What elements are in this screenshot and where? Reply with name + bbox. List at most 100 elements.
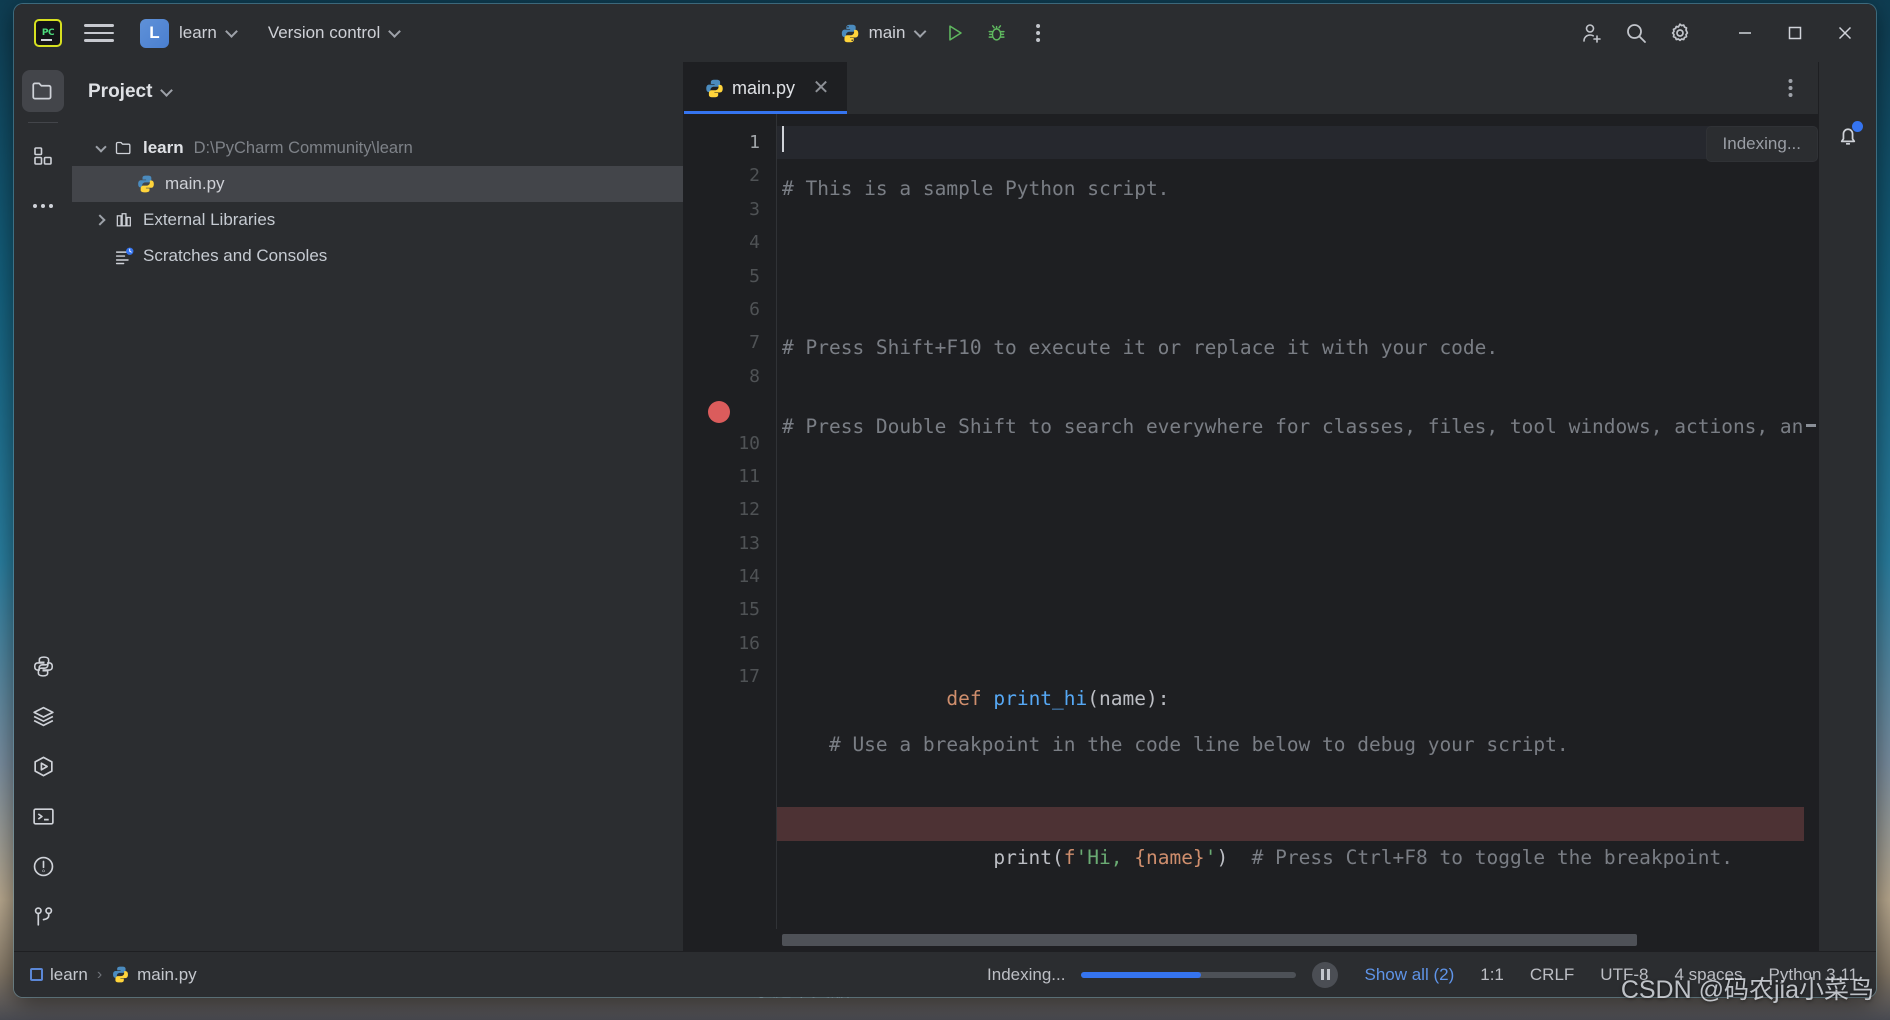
scratches-icon xyxy=(112,246,136,267)
search-icon xyxy=(1627,24,1646,43)
project-selector[interactable]: L learn xyxy=(132,14,244,52)
code-with-me-button[interactable] xyxy=(1572,14,1612,52)
tree-row-learn[interactable]: learn D:\PyCharm Community\learn xyxy=(72,130,683,166)
line-number: 15 xyxy=(738,599,760,621)
project-tool-window: Project learn D:\PyCharm Community\learn xyxy=(72,62,684,951)
toolstrip-divider xyxy=(28,122,58,123)
ide-body: Project learn D:\PyCharm Community\learn xyxy=(14,62,1876,951)
search-everywhere-button[interactable] xyxy=(1616,14,1656,52)
code-line: # Press Shift+F10 to execute it or repla… xyxy=(777,331,1818,364)
settings-button[interactable] xyxy=(1660,14,1700,52)
show-all-link[interactable]: Show all (2) xyxy=(1364,965,1454,985)
sidebar-item-structure[interactable] xyxy=(22,135,64,177)
more-run-options-button[interactable] xyxy=(1018,14,1058,52)
chevron-down-icon[interactable] xyxy=(90,140,112,154)
project-badge: L xyxy=(140,18,169,48)
notifications-button[interactable] xyxy=(1828,116,1868,156)
breadcrumb-label: learn xyxy=(50,964,88,984)
run-configuration-selector[interactable]: main xyxy=(832,14,933,52)
chevron-right-icon[interactable] xyxy=(90,214,112,226)
minimize-button[interactable] xyxy=(1722,13,1768,53)
breakpoint-marker[interactable] xyxy=(708,401,730,423)
editor-gutter[interactable]: 1 2 3 4 5 6 7 8 10 11 12 13 14 15 16 17 xyxy=(684,114,776,929)
pycharm-logo-icon: PC xyxy=(34,19,62,47)
interpreter-selector[interactable]: Python 3.11 xyxy=(1769,965,1858,985)
close-icon[interactable]: ✕ xyxy=(811,78,831,98)
tree-path-learn: D:\PyCharm Community\learn xyxy=(193,138,413,157)
sidebar-item-problems[interactable] xyxy=(22,845,64,887)
more-vertical-icon xyxy=(1788,79,1792,97)
status-bar: learn › main.py Indexing... Show all (2)… xyxy=(14,951,1876,997)
breadcrumb-separator: › xyxy=(96,965,103,983)
chevron-down-icon xyxy=(388,24,402,38)
left-tool-strip xyxy=(14,62,72,951)
code-token: # Press Shift+F10 to execute it or repla… xyxy=(782,335,1499,359)
breadcrumb-item-main-py[interactable]: main.py xyxy=(111,965,197,985)
editor-options-button[interactable] xyxy=(1770,69,1810,107)
project-panel-header[interactable]: Project xyxy=(72,68,683,116)
python-icon xyxy=(841,24,859,42)
line-separator[interactable]: CRLF xyxy=(1530,965,1574,985)
error-marker[interactable] xyxy=(1806,424,1816,427)
line-number: 1 xyxy=(749,132,760,153)
code-token: {name} xyxy=(1134,845,1205,869)
code-line: def print_hi(name): xyxy=(777,648,1818,710)
text-caret xyxy=(782,126,784,152)
version-control-widget[interactable]: Version control xyxy=(260,14,407,52)
line-number: 13 xyxy=(738,532,760,554)
sidebar-item-run[interactable] xyxy=(22,745,64,787)
pause-icon[interactable] xyxy=(1312,961,1339,988)
sidebar-item-more[interactable] xyxy=(22,185,64,227)
sidebar-item-database[interactable] xyxy=(22,695,64,737)
run-config-name: main xyxy=(868,23,906,42)
file-encoding[interactable]: UTF-8 xyxy=(1600,965,1648,985)
pycharm-logo-text: PC xyxy=(41,27,55,38)
minimize-icon xyxy=(1739,32,1751,34)
editor-tab-bar: main.py ✕ xyxy=(684,62,1818,114)
maximize-button[interactable] xyxy=(1772,13,1818,53)
tree-row-main-py[interactable]: main.py xyxy=(72,166,683,202)
editor-horizontal-scrollbar[interactable] xyxy=(684,929,1818,951)
editor-tab-actions xyxy=(1770,62,1818,114)
sidebar-item-version-control[interactable] xyxy=(22,895,64,937)
code-token: # This is a sample Python script. xyxy=(782,177,1170,200)
indent-setting[interactable]: 4 spaces xyxy=(1674,965,1742,985)
toolstrip-bottom-group xyxy=(22,645,64,951)
title-bar: PC L learn Version control main xyxy=(14,4,1876,62)
code-token: (name): xyxy=(1087,686,1170,710)
folder-icon xyxy=(32,82,52,100)
code-text-area[interactable]: # This is a sample Python script. # Pres… xyxy=(776,114,1818,929)
code-token: ' xyxy=(1204,845,1217,869)
chevron-down-icon xyxy=(224,24,238,38)
tree-row-scratches-and-consoles[interactable]: Scratches and Consoles xyxy=(72,238,683,274)
module-icon xyxy=(30,968,43,981)
sidebar-item-project[interactable] xyxy=(22,70,64,112)
caret-position[interactable]: 1:1 xyxy=(1480,965,1504,985)
indexing-label: Indexing... xyxy=(987,964,1066,984)
app-logo-button[interactable]: PC xyxy=(28,14,68,52)
main-menu-button[interactable] xyxy=(76,14,122,52)
sidebar-item-python-packages[interactable] xyxy=(22,645,64,687)
close-button[interactable] xyxy=(1822,13,1868,53)
folder-icon xyxy=(112,138,136,158)
add-account-icon xyxy=(1583,24,1601,43)
scrollbar-thumb[interactable] xyxy=(782,934,1637,946)
editor-tab-main-py[interactable]: main.py ✕ xyxy=(684,62,848,114)
run-button[interactable] xyxy=(934,14,974,52)
status-bar-right-group: Indexing... Show all (2) 1:1 CRLF UTF-8 … xyxy=(987,961,1858,988)
breadcrumb-item-learn[interactable]: learn xyxy=(30,965,88,985)
editor-area: main.py ✕ 1 2 3 4 5 6 7 8 10 11 12 13 14… xyxy=(684,62,1818,951)
close-icon xyxy=(1838,26,1852,40)
sidebar-item-terminal[interactable] xyxy=(22,795,64,837)
code-token: print_hi xyxy=(993,686,1088,710)
title-bar-right-group xyxy=(1572,13,1868,53)
debug-button[interactable] xyxy=(976,14,1016,52)
editor-marker-lane[interactable] xyxy=(1804,114,1818,929)
editor-tab-label: main.py xyxy=(732,77,796,98)
chevron-down-icon xyxy=(913,24,927,38)
tree-row-external-libraries[interactable]: External Libraries xyxy=(72,202,683,238)
line-number: 5 xyxy=(749,265,760,287)
notification-badge-dot xyxy=(1851,121,1863,132)
